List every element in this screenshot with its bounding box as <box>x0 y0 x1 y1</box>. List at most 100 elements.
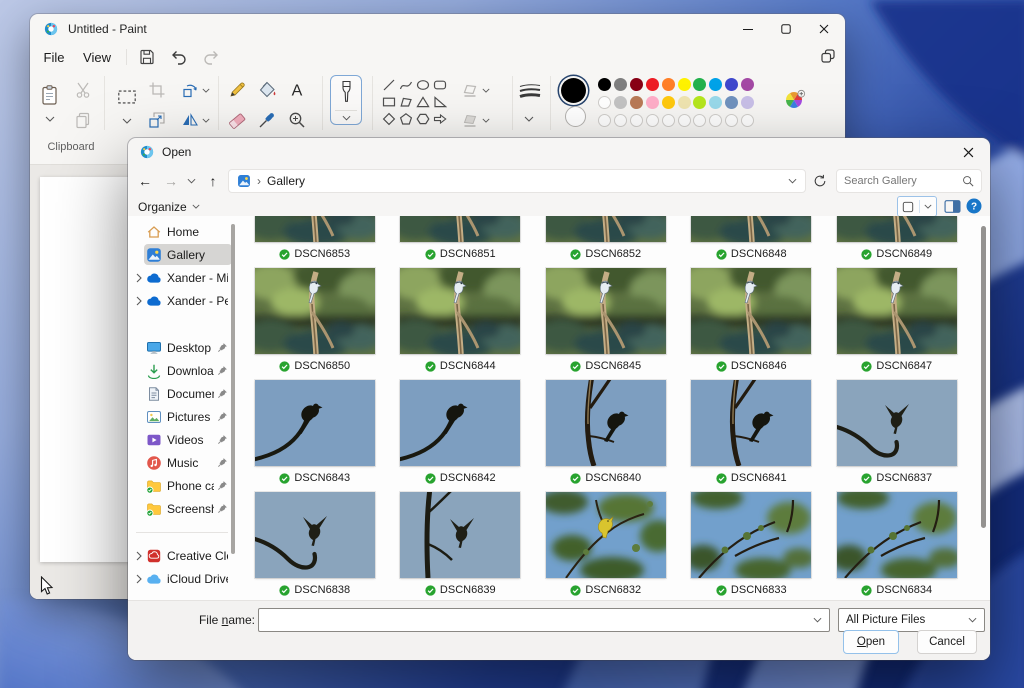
sidebar-scrollbar[interactable] <box>231 224 235 554</box>
palette-empty-slot[interactable] <box>613 114 627 127</box>
chevron-right-icon[interactable] <box>132 551 146 561</box>
file-item[interactable]: DSCN6841 <box>679 380 825 492</box>
file-item[interactable]: DSCN6840 <box>533 380 679 492</box>
sidebar-item-icloud-drive[interactable]: iCloud Drive <box>128 567 236 590</box>
palette-empty-slot[interactable] <box>661 114 675 127</box>
palette-color[interactable] <box>661 96 675 109</box>
palette-color[interactable] <box>741 78 755 91</box>
file-item[interactable]: DSCN6844 <box>388 268 534 380</box>
eraser-tool-button[interactable] <box>227 110 247 130</box>
sidebar-item-downloads[interactable]: Downloads <box>128 359 236 382</box>
shape-outline-chevron-icon[interactable] <box>482 88 490 93</box>
address-dropdown-icon[interactable] <box>788 178 797 184</box>
palette-empty-slot[interactable] <box>645 114 659 127</box>
shape-outline-button[interactable] <box>462 82 478 98</box>
sidebar-item-pictures[interactable]: Pictures <box>128 405 236 428</box>
palette-color[interactable] <box>709 96 723 109</box>
edit-colors-button[interactable] <box>784 89 806 111</box>
sidebar-item-home[interactable]: Home <box>128 220 236 243</box>
file-name-dropdown-icon[interactable] <box>813 617 822 623</box>
palette-color[interactable] <box>613 96 627 109</box>
file-item[interactable]: DSCN6837 <box>824 380 970 492</box>
file-name-input[interactable] <box>259 613 813 627</box>
file-item[interactable]: DSCN6847 <box>824 268 970 380</box>
help-button[interactable]: ? <box>966 198 982 214</box>
file-item[interactable]: DSCN6846 <box>679 268 825 380</box>
chevron-right-icon[interactable] <box>132 273 146 283</box>
shape-hexagon[interactable] <box>416 112 430 126</box>
palette-empty-slot[interactable] <box>741 114 755 127</box>
file-type-filter[interactable]: All Picture Files <box>838 608 985 632</box>
primary-color-swatch[interactable] <box>561 78 586 103</box>
rotate-button[interactable] <box>181 81 199 99</box>
crop-button[interactable] <box>148 81 166 99</box>
layers-button[interactable] <box>820 48 836 64</box>
file-item[interactable]: DSCN6848 <box>679 216 825 268</box>
shape-fill-chevron-icon[interactable] <box>482 118 490 123</box>
paint-menu-view[interactable]: View <box>76 46 118 68</box>
pencil-tool-button[interactable] <box>227 80 247 100</box>
file-item[interactable]: DSCN6852 <box>533 216 679 268</box>
file-item[interactable]: DSCN6843 <box>242 380 388 492</box>
shape-right-triangle[interactable] <box>433 95 447 109</box>
flip-button[interactable] <box>181 111 199 129</box>
sidebar-item-creative-cloud-f[interactable]: Creative Cloud F <box>128 544 236 567</box>
palette-empty-slot[interactable] <box>677 114 691 127</box>
refresh-button[interactable] <box>809 171 831 191</box>
file-item[interactable]: DSCN6832 <box>533 492 679 600</box>
preview-pane-button[interactable] <box>944 199 961 214</box>
chevron-right-icon[interactable] <box>132 574 146 584</box>
cut-button[interactable] <box>74 81 92 99</box>
palette-empty-slot[interactable] <box>598 114 611 127</box>
sidebar-item-xander-person[interactable]: Xander - Person <box>128 289 236 312</box>
file-item[interactable]: DSCN6838 <box>242 492 388 600</box>
flip-chevron-icon[interactable] <box>202 118 210 123</box>
palette-color[interactable] <box>629 78 643 91</box>
palette-color[interactable] <box>677 96 691 109</box>
secondary-color-swatch[interactable] <box>565 106 586 127</box>
paint-close-button[interactable] <box>805 14 843 44</box>
palette-color[interactable] <box>661 78 675 91</box>
palette-color[interactable] <box>725 78 739 91</box>
organize-button[interactable]: Organize <box>138 197 200 216</box>
search-icon[interactable] <box>962 175 974 187</box>
copy-button[interactable] <box>74 111 92 129</box>
cancel-button[interactable]: Cancel <box>917 630 977 654</box>
select-chevron-icon[interactable] <box>122 118 132 124</box>
back-button[interactable]: ← <box>134 169 156 193</box>
text-tool-button[interactable]: A <box>287 80 307 100</box>
search-input[interactable] <box>844 175 958 187</box>
stroke-width-chevron-icon[interactable] <box>524 116 534 122</box>
sidebar-item-screenshots[interactable]: Screenshots <box>128 497 236 520</box>
save-button[interactable] <box>138 48 156 66</box>
file-item[interactable]: DSCN6842 <box>388 380 534 492</box>
rotate-chevron-icon[interactable] <box>202 88 210 93</box>
shape-arrow[interactable] <box>433 112 447 126</box>
dialog-close-button[interactable] <box>946 138 990 166</box>
address-bar[interactable]: › Gallery <box>228 169 806 193</box>
shape-pentagon[interactable] <box>399 112 413 126</box>
up-button[interactable]: ↑ <box>202 169 224 193</box>
palette-color[interactable] <box>693 78 707 91</box>
file-item[interactable]: DSCN6849 <box>824 216 970 268</box>
shape-line[interactable] <box>382 78 396 92</box>
file-item[interactable]: DSCN6850 <box>242 268 388 380</box>
palette-color[interactable] <box>677 78 691 91</box>
palette-color[interactable] <box>629 96 643 109</box>
shape-polygon[interactable] <box>399 95 413 109</box>
paint-minimize-button[interactable] <box>729 14 767 44</box>
palette-empty-slot[interactable] <box>709 114 723 127</box>
redo-button[interactable] <box>202 48 220 66</box>
shape-fill-button[interactable] <box>462 112 478 128</box>
sidebar-item-documents[interactable]: Documents <box>128 382 236 405</box>
shape-diamond[interactable] <box>382 112 396 126</box>
shape-triangle[interactable] <box>416 95 430 109</box>
palette-color[interactable] <box>598 78 611 91</box>
breadcrumb-location[interactable]: Gallery <box>267 174 305 188</box>
shape-rectangle[interactable] <box>382 95 396 109</box>
eyedropper-tool-button[interactable] <box>257 110 277 130</box>
resize-button[interactable] <box>148 111 166 129</box>
grid-scrollbar[interactable] <box>981 226 986 528</box>
palette-color[interactable] <box>741 96 755 109</box>
sidebar-item-phone-camer[interactable]: Phone camer <box>128 474 236 497</box>
